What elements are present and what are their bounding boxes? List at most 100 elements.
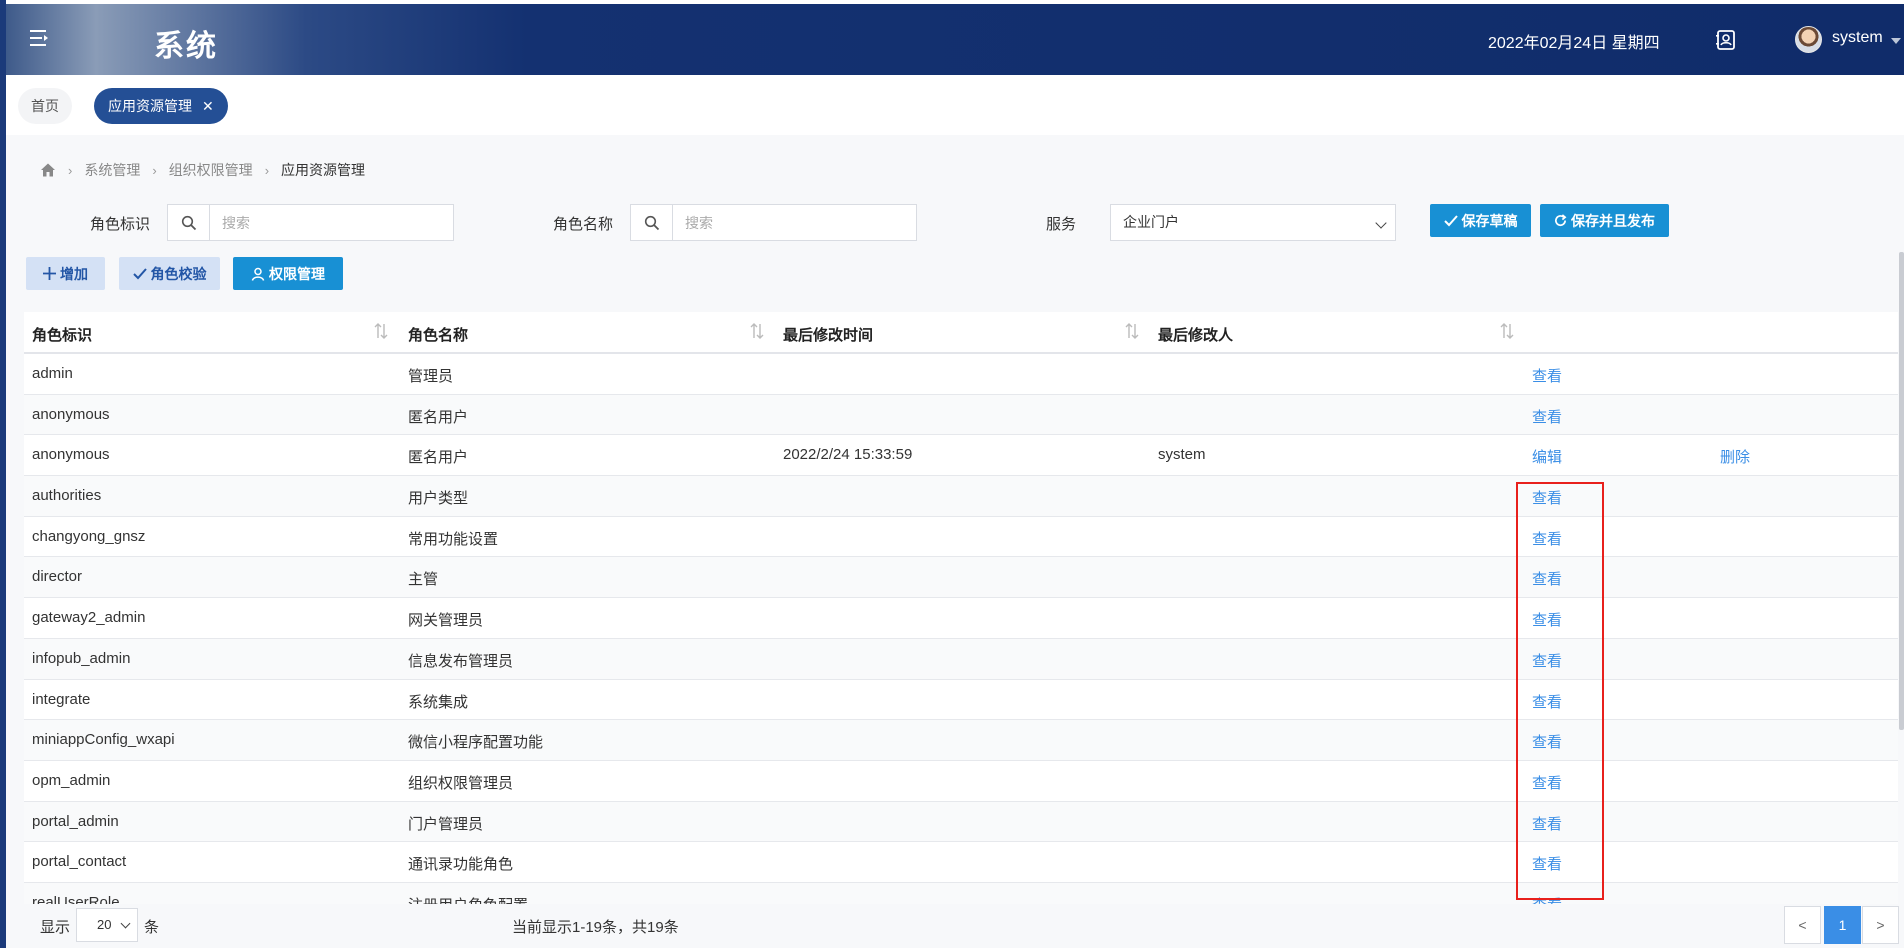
service-select-value: 企业门户 xyxy=(1123,214,1179,230)
role-name-cell: 常用功能设置 xyxy=(408,530,499,548)
table-row: authorities 用户类型 查看 xyxy=(24,476,1898,517)
check-icon xyxy=(132,267,147,280)
service-select[interactable]: 企业门户 xyxy=(1110,204,1396,241)
role-name-cell: 匿名用户 xyxy=(408,449,469,467)
header-date: 2022年02月24日 星期四 xyxy=(1488,35,1660,52)
role-name-cell: 系统集成 xyxy=(408,693,469,711)
role-id-cell: opm_admin xyxy=(32,771,111,789)
table-footer: 显示 20 条 当前显示1-19条，共19条 < 1 > xyxy=(6,904,1904,948)
page-1-button[interactable]: 1 xyxy=(1824,906,1861,944)
column-header-role-id[interactable]: 角色标识 xyxy=(32,324,92,345)
table-row: portal_admin 门户管理员 查看 xyxy=(24,801,1898,843)
role-name-cell: 门户管理员 xyxy=(408,815,484,833)
save-publish-button[interactable]: 保存并且发布 xyxy=(1540,204,1669,237)
column-header-modified-time[interactable]: 最后修改时间 xyxy=(783,324,873,345)
role-id-cell: director xyxy=(32,568,83,586)
row-action-link[interactable]: 查看 xyxy=(1532,813,1562,834)
table-row: miniappConfig_wxapi 微信小程序配置功能 查看 xyxy=(24,720,1898,761)
role-name-cell: 用户类型 xyxy=(408,490,469,508)
role-name-input[interactable] xyxy=(673,205,916,240)
column-header-modified-by[interactable]: 最后修改人 xyxy=(1158,324,1233,345)
user-avatar[interactable] xyxy=(1795,26,1822,53)
table-row: portal_contact 通讯录功能角色 查看 xyxy=(24,842,1898,883)
row-action-link[interactable]: 查看 xyxy=(1532,406,1562,427)
table-row: admin 管理员 查看 xyxy=(24,354,1898,395)
search-icon[interactable] xyxy=(631,205,673,240)
role-name-cell: 通讯录功能角色 xyxy=(408,856,514,874)
modified-by-cell: system xyxy=(1158,446,1206,464)
role-id-cell: portal_contact xyxy=(32,853,127,871)
role-name-cell: 信息发布管理员 xyxy=(408,652,514,670)
vertical-scrollbar[interactable] xyxy=(1899,252,1904,730)
role-id-cell: infopub_admin xyxy=(32,649,131,667)
app-title: 系统 xyxy=(154,30,218,63)
table-row: opm_admin 组织权限管理员 查看 xyxy=(24,760,1898,802)
permission-label: 权限管理 xyxy=(269,265,325,282)
row-action-link[interactable]: 查看 xyxy=(1532,731,1562,752)
row-action-link[interactable]: 查看 xyxy=(1532,568,1562,589)
home-icon[interactable] xyxy=(40,162,56,178)
permission-button[interactable]: 权限管理 xyxy=(233,257,343,290)
role-id-search xyxy=(167,204,454,241)
table-row: anonymous 匿名用户 查看 xyxy=(24,394,1898,436)
app-page: 系统 2022年02月24日 星期四 system 首页 应用资源管理 ✕ › 系… xyxy=(0,0,1904,948)
column-header-role-name[interactable]: 角色名称 xyxy=(408,324,468,345)
refresh-icon xyxy=(1554,214,1567,227)
sort-icon[interactable] xyxy=(374,322,388,340)
row-action-link[interactable]: 查看 xyxy=(1532,772,1562,793)
row-action-link[interactable]: 查看 xyxy=(1532,487,1562,508)
breadcrumb: › 系统管理 › 组织权限管理 › 应用资源管理 xyxy=(40,160,365,180)
search-icon[interactable] xyxy=(168,205,210,240)
tab-home[interactable]: 首页 xyxy=(18,88,72,124)
sort-icon[interactable] xyxy=(1125,322,1139,340)
tab-app-resource[interactable]: 应用资源管理 ✕ xyxy=(94,88,228,124)
role-check-button[interactable]: 角色校验 xyxy=(119,257,220,290)
role-id-input[interactable] xyxy=(210,205,453,240)
breadcrumb-separator: › xyxy=(152,162,157,178)
table-body: admin 管理员 查看 anonymous 匿名用户 查看 anonymous 匿名用户 20… xyxy=(24,354,1898,924)
role-name-cell: 匿名用户 xyxy=(408,408,469,426)
role-check-label: 角色校验 xyxy=(150,265,207,282)
sort-icon[interactable] xyxy=(1500,322,1514,340)
user-name[interactable]: system xyxy=(1832,29,1883,47)
sort-icon[interactable] xyxy=(750,322,764,340)
service-label: 服务 xyxy=(1046,216,1077,233)
role-name-cell: 主管 xyxy=(408,571,439,589)
role-name-cell: 微信小程序配置功能 xyxy=(408,734,544,752)
role-id-cell: integrate xyxy=(32,690,91,708)
table-row: anonymous 匿名用户 2022/2/24 15:33:59 system 编辑 删… xyxy=(24,435,1898,477)
user-menu-caret-icon[interactable] xyxy=(1891,38,1901,44)
prev-page-button[interactable]: < xyxy=(1784,906,1821,944)
next-page-button[interactable]: > xyxy=(1862,906,1899,944)
tab-close-icon[interactable]: ✕ xyxy=(202,88,214,124)
breadcrumb-system-mgmt[interactable]: 系统管理 xyxy=(84,160,140,180)
row-action-link[interactable]: 查看 xyxy=(1532,691,1562,712)
add-button[interactable]: 增加 xyxy=(26,257,105,290)
save-draft-button[interactable]: 保存草稿 xyxy=(1430,204,1531,237)
row-action-link[interactable]: 编辑 xyxy=(1532,446,1562,467)
row-delete-link[interactable]: 删除 xyxy=(1720,446,1750,467)
breadcrumb-separator: › xyxy=(264,162,270,178)
user-icon xyxy=(251,267,265,281)
page-size-value: 20 xyxy=(97,917,112,932)
row-action-link[interactable]: 查看 xyxy=(1532,365,1562,386)
contact-book-icon[interactable] xyxy=(1714,28,1738,52)
page-size-select[interactable]: 20 xyxy=(76,908,138,942)
top-header: 系统 2022年02月24日 星期四 system xyxy=(6,4,1904,75)
role-id-cell: portal_admin xyxy=(32,812,119,830)
row-action-link[interactable]: 查看 xyxy=(1532,853,1562,874)
role-id-cell: anonymous xyxy=(32,405,110,423)
table-header: 角色标识 角色名称 最后修改时间 最后修改人 xyxy=(24,312,1898,354)
chevron-down-icon xyxy=(1375,217,1387,229)
tab-bar: 首页 应用资源管理 ✕ xyxy=(6,75,1904,135)
row-action-link[interactable]: 查看 xyxy=(1532,609,1562,630)
table-row: changyong_gnsz 常用功能设置 查看 xyxy=(24,516,1898,558)
chevron-down-icon xyxy=(120,918,131,929)
breadcrumb-org-permission[interactable]: 组织权限管理 xyxy=(169,160,253,180)
row-action-link[interactable]: 查看 xyxy=(1532,528,1562,549)
breadcrumb-current: 应用资源管理 xyxy=(281,162,366,178)
role-name-cell: 管理员 xyxy=(408,368,454,385)
row-action-link[interactable]: 查看 xyxy=(1532,650,1562,671)
menu-toggle-icon[interactable] xyxy=(28,28,52,48)
tab-app-resource-label: 应用资源管理 xyxy=(108,98,192,114)
